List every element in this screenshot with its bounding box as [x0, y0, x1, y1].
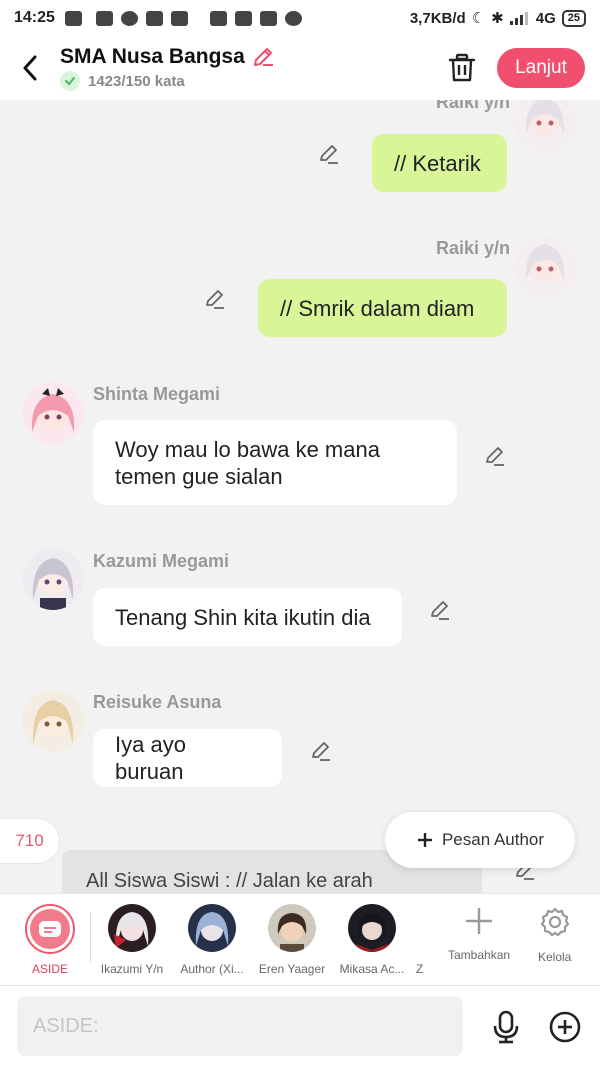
app-header: SMA Nusa Bangsa 1423/150 kata Lanjut [0, 36, 600, 100]
aside-icon [39, 921, 61, 937]
avatar [188, 904, 236, 952]
avatar[interactable] [514, 236, 576, 298]
message-icon [170, 10, 188, 26]
plus-icon [417, 833, 432, 847]
sender-name: Shinta Megami [93, 384, 221, 404]
character-bar: ASIDE Ikazumi Y/n Author (Xi... Eren Yaa… [0, 893, 600, 985]
message-bubble[interactable]: // Smrik dalam diam [258, 279, 507, 337]
network-speed: 3,7KB/d [409, 9, 466, 27]
battery-icon: 25 [561, 9, 586, 27]
video-icon [234, 10, 252, 26]
message-bubble[interactable]: Tenang Shin kita ikutin dia [93, 588, 402, 646]
avatar [268, 904, 316, 952]
check-icon [60, 71, 80, 91]
plus-icon [466, 908, 493, 934]
sender-name: Kazumi Megami [93, 551, 230, 571]
bluetooth-icon: ✱ [491, 10, 504, 27]
sender-name: Reisuke Asuna [93, 692, 222, 712]
chat-bubble-icon [284, 10, 302, 26]
input-bar [0, 985, 600, 1067]
message-input[interactable] [17, 996, 463, 1056]
avatar[interactable] [22, 548, 84, 610]
message-bubble[interactable]: Woy mau lo bawa ke mana temen gue sialan [93, 420, 457, 505]
video-icon [259, 10, 277, 26]
sender-name: Raiki y/n [436, 100, 511, 112]
edit-message-icon[interactable] [428, 598, 452, 622]
character-aside[interactable]: ASIDE [10, 904, 90, 976]
notification-icons [95, 10, 302, 26]
edit-message-icon[interactable] [203, 287, 227, 311]
character-label: Mikasa Ac... [339, 962, 405, 976]
avatar [348, 904, 396, 952]
trash-icon [448, 53, 476, 82]
edit-message-icon[interactable] [483, 444, 507, 468]
status-bar: 14:25 3,7KB/d ☾ ✱ 4G 25 [0, 0, 600, 36]
character-item[interactable]: Author (Xi... [172, 904, 252, 976]
character-label[interactable]: Z [416, 962, 423, 976]
edit-message-icon[interactable] [309, 739, 333, 763]
video-icon [209, 10, 227, 26]
author-message-button[interactable]: Pesan Author [385, 812, 575, 868]
character-item[interactable]: Ikazumi Y/n [92, 904, 172, 976]
app-notification-icon [95, 10, 113, 26]
edit-message-icon[interactable] [317, 142, 341, 166]
character-label: Author (Xi... [180, 962, 244, 976]
add-circle-icon[interactable] [549, 1011, 581, 1043]
divider [90, 912, 91, 962]
message-count-badge[interactable]: 710 [0, 818, 60, 864]
avatar[interactable] [22, 690, 84, 752]
message-icon [145, 10, 163, 26]
signal-icon [509, 12, 528, 25]
character-label: ASIDE [31, 962, 68, 976]
add-label: Tambahkan [448, 948, 511, 962]
back-button[interactable] [0, 36, 60, 100]
avatar[interactable] [514, 100, 576, 152]
shop-icon [64, 10, 82, 26]
word-count: 1423/150 kata [88, 72, 185, 90]
avatar [108, 904, 156, 952]
pinterest-icon [120, 10, 138, 26]
character-item[interactable]: Eren Yaager [252, 904, 332, 976]
aside-avatar [25, 904, 75, 954]
microphone-icon[interactable] [490, 1010, 522, 1044]
sender-name: Raiki y/n [436, 238, 511, 258]
character-label: Ikazumi Y/n [100, 962, 164, 976]
next-button[interactable]: Lanjut [497, 48, 585, 88]
add-character-button[interactable]: Tambahkan [448, 906, 510, 962]
manage-button[interactable]: Kelola [538, 906, 571, 964]
edit-title-icon[interactable] [251, 45, 275, 69]
delete-button[interactable] [444, 50, 480, 86]
page-title: SMA Nusa Bangsa [60, 45, 245, 68]
author-button-label: Pesan Author [441, 830, 545, 849]
chevron-left-icon [23, 55, 37, 81]
moon-icon: ☾ [471, 10, 486, 27]
chat-area[interactable]: Raiki y/n // Ketarik Raiki y/n // Smrik … [0, 100, 600, 893]
manage-label: Kelola [538, 950, 572, 964]
avatar[interactable] [22, 382, 84, 444]
status-time: 14:25 [14, 9, 55, 26]
battery-level: 25 [567, 11, 580, 24]
character-label: Eren Yaager [258, 962, 326, 976]
character-item[interactable]: Mikasa Ac... [332, 904, 412, 976]
network-type: 4G [535, 9, 556, 27]
message-bubble[interactable]: Iya ayo buruan [93, 729, 282, 787]
message-bubble[interactable]: // Ketarik [372, 134, 507, 192]
gear-icon [540, 907, 569, 937]
